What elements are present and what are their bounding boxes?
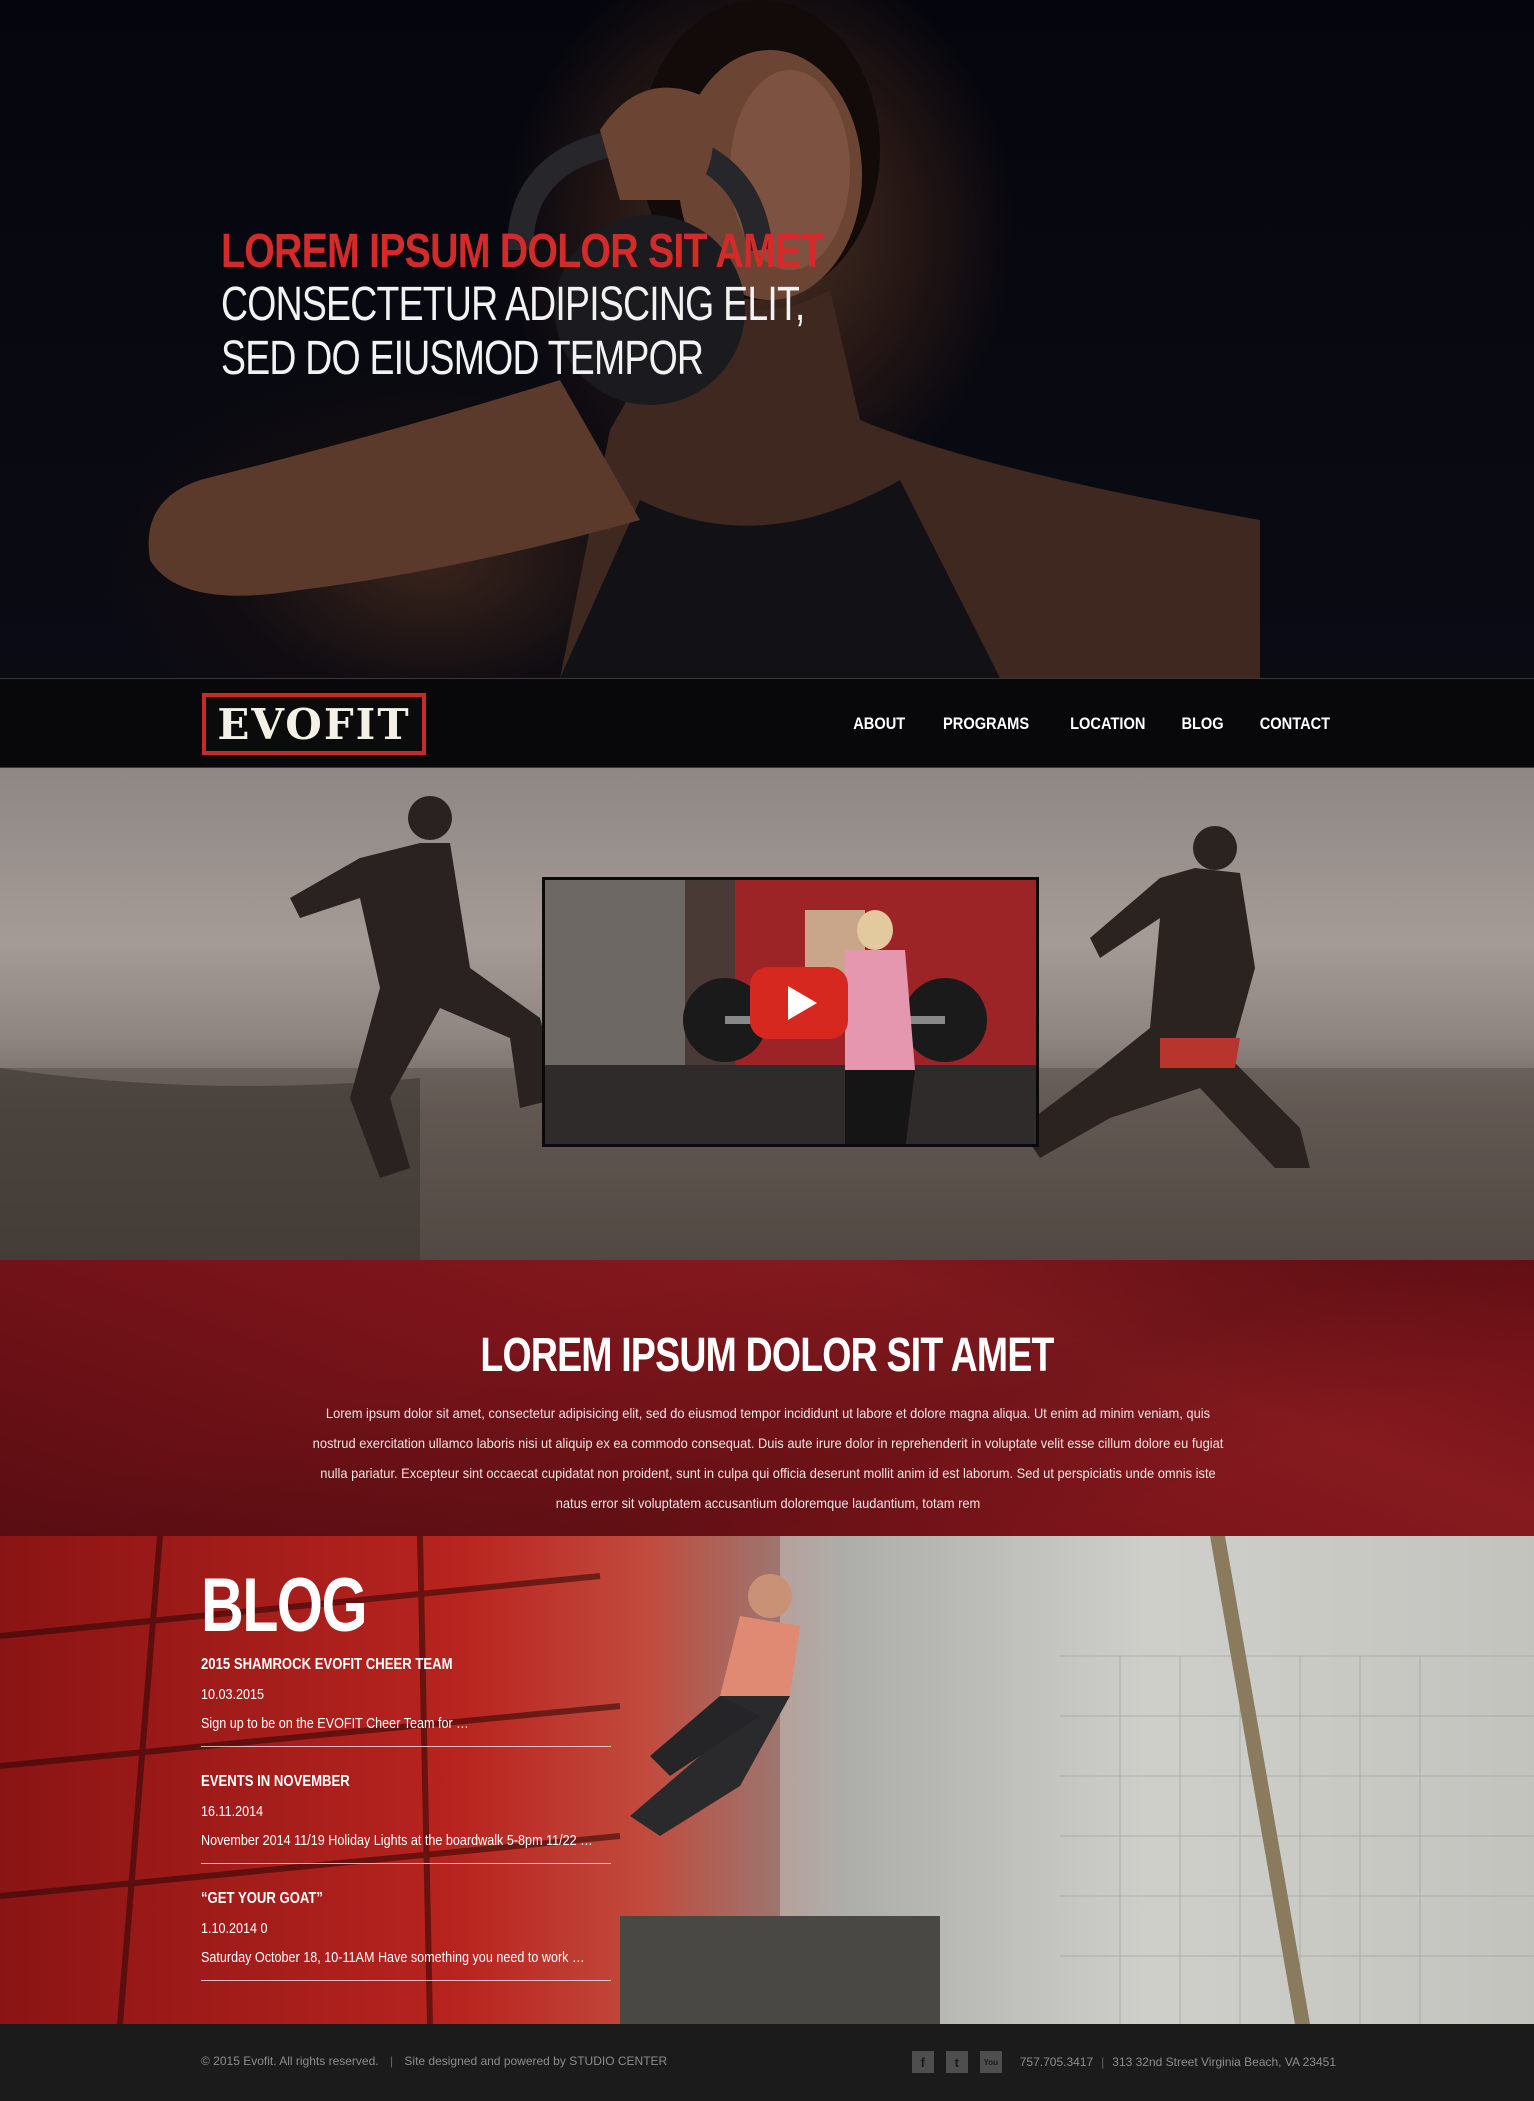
about-title: LOREM IPSUM DOLOR SIT AMET [480,1329,1054,1382]
twitter-icon[interactable]: t [945,2051,968,2073]
nav-programs[interactable]: PROGRAMS [943,714,1029,734]
blog-post[interactable]: “GET YOUR GOAT” 1.10.2014 0 Saturday Oct… [201,1882,611,1981]
nav-contact[interactable]: CONTACT [1260,714,1330,734]
blog-list: BLOG 2015 SHAMROCK EVOFIT CHEER TEAM 10.… [201,1564,611,1999]
credit-text[interactable]: Site designed and powered by STUDIO CENT… [404,2054,667,2068]
hero-headline: LOREM IPSUM DOLOR SIT AMET CONSECTETUR A… [221,226,841,386]
blog-post-date: 16.11.2014 [201,1803,264,1820]
blog-post-excerpt: Sign up to be on the EVOFIT Cheer Team f… [201,1715,469,1732]
evofit-logo[interactable]: EVOFIT [202,693,426,755]
blog-post-excerpt: November 2014 11/19 Holiday Lights at th… [201,1832,593,1849]
blog-post[interactable]: 2015 SHAMROCK EVOFIT CHEER TEAM 10.03.20… [201,1648,611,1747]
hero-line-3: SED DO EIUSMOD TEMPOR [221,332,704,385]
blog-post-title[interactable]: “GET YOUR GOAT” [201,1890,537,1908]
copyright-text: © 2015 Evofit. All rights reserved. [201,2054,379,2068]
footer-divider: | [1101,2055,1105,2069]
blog-title: BLOG [201,1563,368,1648]
site-footer: © 2015 Evofit. All rights reserved. | Si… [0,2024,1534,2101]
play-button[interactable] [750,967,848,1039]
blog-post-title[interactable]: EVENTS IN NOVEMBER [201,1773,537,1791]
address-text: 313 32nd Street Virginia Beach, VA 23451 [1112,2055,1336,2069]
logo-text: EVOFIT [217,699,411,749]
facebook-icon[interactable]: f [911,2051,934,2073]
blog-section: BLOG 2015 SHAMROCK EVOFIT CHEER TEAM 10.… [0,1536,1534,2024]
hero-line-1: LOREM IPSUM DOLOR SIT AMET [221,225,824,278]
footer-divider: | [389,2054,394,2068]
blog-post-date: 10.03.2015 [201,1686,265,1703]
video-player[interactable] [542,877,1039,1147]
footer-contact: f t You 757.705.3417 | 313 32nd Street V… [911,2051,1336,2073]
nav-blog[interactable]: BLOG [1181,714,1223,734]
about-section: LOREM IPSUM DOLOR SIT AMET Lorem ipsum d… [0,1260,1534,1536]
video-section [0,768,1534,1260]
blog-post[interactable]: EVENTS IN NOVEMBER 16.11.2014 November 2… [201,1765,611,1864]
phone-number[interactable]: 757.705.3417 [1020,2055,1093,2069]
hero-line-2: CONSECTETUR ADIPISCING ELIT, [221,278,805,331]
nav-location[interactable]: LOCATION [1070,714,1145,734]
nav-about[interactable]: ABOUT [853,714,905,734]
youtube-icon[interactable]: You [979,2051,1002,2073]
footer-credits: © 2015 Evofit. All rights reserved. | Si… [201,2054,667,2068]
blog-post-date: 1.10.2014 0 [201,1920,268,1937]
main-nav: ABOUT PROGRAMS LOCATION BLOG CONTACT [822,679,1336,769]
play-icon [787,986,817,1020]
about-body: Lorem ipsum dolor sit amet, consectetur … [312,1405,1224,1511]
hero-banner: LOREM IPSUM DOLOR SIT AMET CONSECTETUR A… [0,0,1534,678]
blog-post-excerpt: Saturday October 18, 10-11AM Have someth… [201,1949,585,1966]
main-navbar: EVOFIT ABOUT PROGRAMS LOCATION BLOG CONT… [0,678,1534,768]
blog-post-title[interactable]: 2015 SHAMROCK EVOFIT CHEER TEAM [201,1656,537,1674]
